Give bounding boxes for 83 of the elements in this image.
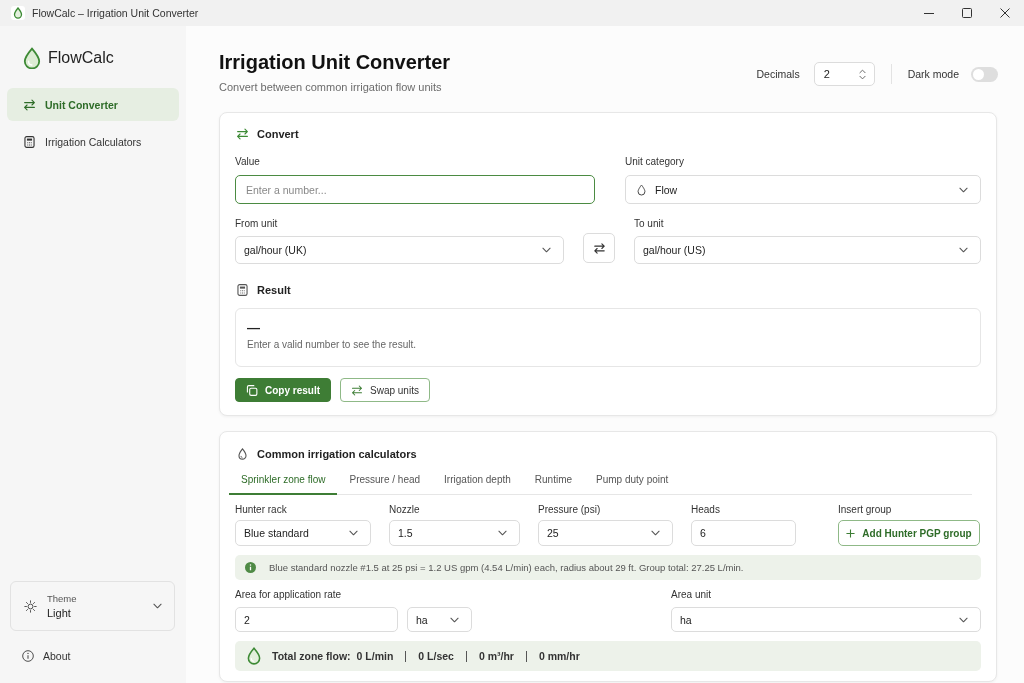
decimals-spinner[interactable]: 2 <box>813 62 875 86</box>
page-title: Irrigation Unit Converter <box>219 50 451 75</box>
field-label: Insert group <box>838 503 893 517</box>
copy-icon <box>246 384 258 396</box>
dark-mode-toggle[interactable] <box>971 66 998 82</box>
chevron-down-icon <box>498 530 507 536</box>
chevron-down-icon <box>959 616 968 623</box>
logo-drop-icon <box>23 47 41 69</box>
minimize-icon <box>924 12 934 14</box>
tab[interactable]: Pressure / head <box>337 468 433 495</box>
swap-units-button[interactable]: Swap units <box>340 378 430 402</box>
nav-item[interactable]: Irrigation Calculators <box>7 125 179 158</box>
result-value: — <box>247 319 260 337</box>
area-unit-select[interactable]: ha <box>407 607 472 632</box>
dropdown-select[interactable]: 1.5 <box>389 520 520 546</box>
chevron-down-icon <box>349 530 358 536</box>
about-link[interactable]: About <box>7 647 71 665</box>
drop-icon <box>11 6 25 20</box>
card-title: Common irrigation calculators <box>257 448 417 460</box>
field-label: Area unit <box>671 588 713 602</box>
chevron-down-icon <box>651 530 660 536</box>
swap-arrows-icon <box>23 98 36 111</box>
card-title: Convert <box>257 128 299 140</box>
field-label: Unit category <box>625 155 685 169</box>
calculator-icon <box>236 284 249 296</box>
tab[interactable]: Runtime <box>522 468 585 495</box>
maximize-icon <box>962 8 972 18</box>
field-label: To unit <box>634 217 665 231</box>
tab[interactable]: Sprinkler zone flow <box>229 468 338 495</box>
dark-mode-label: Dark mode <box>907 68 959 80</box>
from-unit-select[interactable]: gal/hour (UK) <box>235 236 564 264</box>
total-value: 0 L/min <box>356 650 394 662</box>
field-label: From unit <box>235 217 279 231</box>
up-down-chevron-icon <box>858 68 866 80</box>
chevron-down-icon <box>450 616 459 623</box>
section-title: Result <box>257 284 291 296</box>
unit-category-select[interactable]: Flow <box>625 175 981 204</box>
tab[interactable]: Irrigation depth <box>432 468 523 495</box>
drop-icon <box>247 647 261 665</box>
tab[interactable]: Pump duty point <box>584 468 681 495</box>
area-unit-select[interactable]: ha <box>671 607 981 632</box>
swap-arrows-icon <box>592 242 606 254</box>
plus-icon <box>846 528 856 538</box>
chevron-down-icon <box>153 603 162 609</box>
copy-result-button[interactable]: Copy result <box>235 378 331 402</box>
info-icon <box>245 562 256 573</box>
total-value: 0 L/sec <box>418 650 454 662</box>
window-title: FlowCalc – Irrigation Unit Converter <box>32 7 199 19</box>
dropdown-select[interactable]: Blue standard <box>235 520 371 546</box>
total-label: Total zone flow: <box>272 650 351 662</box>
app-name: FlowCalc <box>48 49 114 67</box>
value-input[interactable]: Enter a number... <box>235 175 595 204</box>
total-value: 0 mm/hr <box>538 650 580 662</box>
number-input[interactable]: 6 <box>691 520 796 546</box>
info-text: Blue standard nozzle #1.5 at 25 psi = 1.2 US gpm (4.54 L/min) each, radius about 29 ft. Group total: 27.25 L/min. <box>269 562 744 573</box>
dropdown-select[interactable]: 25 <box>538 520 673 546</box>
field-label: Value <box>235 155 261 169</box>
field-label: Area for application rate <box>235 588 343 602</box>
to-unit-select[interactable]: gal/hour (US) <box>634 236 981 264</box>
info-icon <box>22 650 34 662</box>
theme-select[interactable]: Theme Light <box>10 581 175 631</box>
swap-button[interactable] <box>583 233 615 263</box>
add-group-button[interactable]: Add Hunter PGP group <box>838 520 980 546</box>
calculator-icon <box>23 135 36 148</box>
area-input[interactable]: 2 <box>235 607 398 632</box>
drop-icon <box>236 448 249 460</box>
field-label: Pressure (psi) <box>538 503 602 517</box>
result-hint: Enter a valid number to see the result. <box>247 339 416 350</box>
sun-icon <box>24 599 37 613</box>
swap-arrows-icon <box>236 128 249 140</box>
total-value: 0 m³/hr <box>478 650 514 662</box>
nav-item[interactable]: Unit Converter <box>7 88 179 121</box>
close-icon <box>1000 8 1010 18</box>
chevron-down-icon <box>959 186 968 193</box>
drop-icon <box>637 183 646 196</box>
decimals-label: Decimals <box>756 68 800 80</box>
chevron-down-icon <box>959 247 968 253</box>
field-label: Hunter rack <box>235 503 288 517</box>
page-subtitle: Convert between common irrigation flow units <box>219 80 443 95</box>
field-label: Nozzle <box>389 503 421 517</box>
chevron-down-icon <box>542 247 551 253</box>
field-label: Heads <box>691 503 721 517</box>
swap-arrows-icon <box>351 384 363 396</box>
